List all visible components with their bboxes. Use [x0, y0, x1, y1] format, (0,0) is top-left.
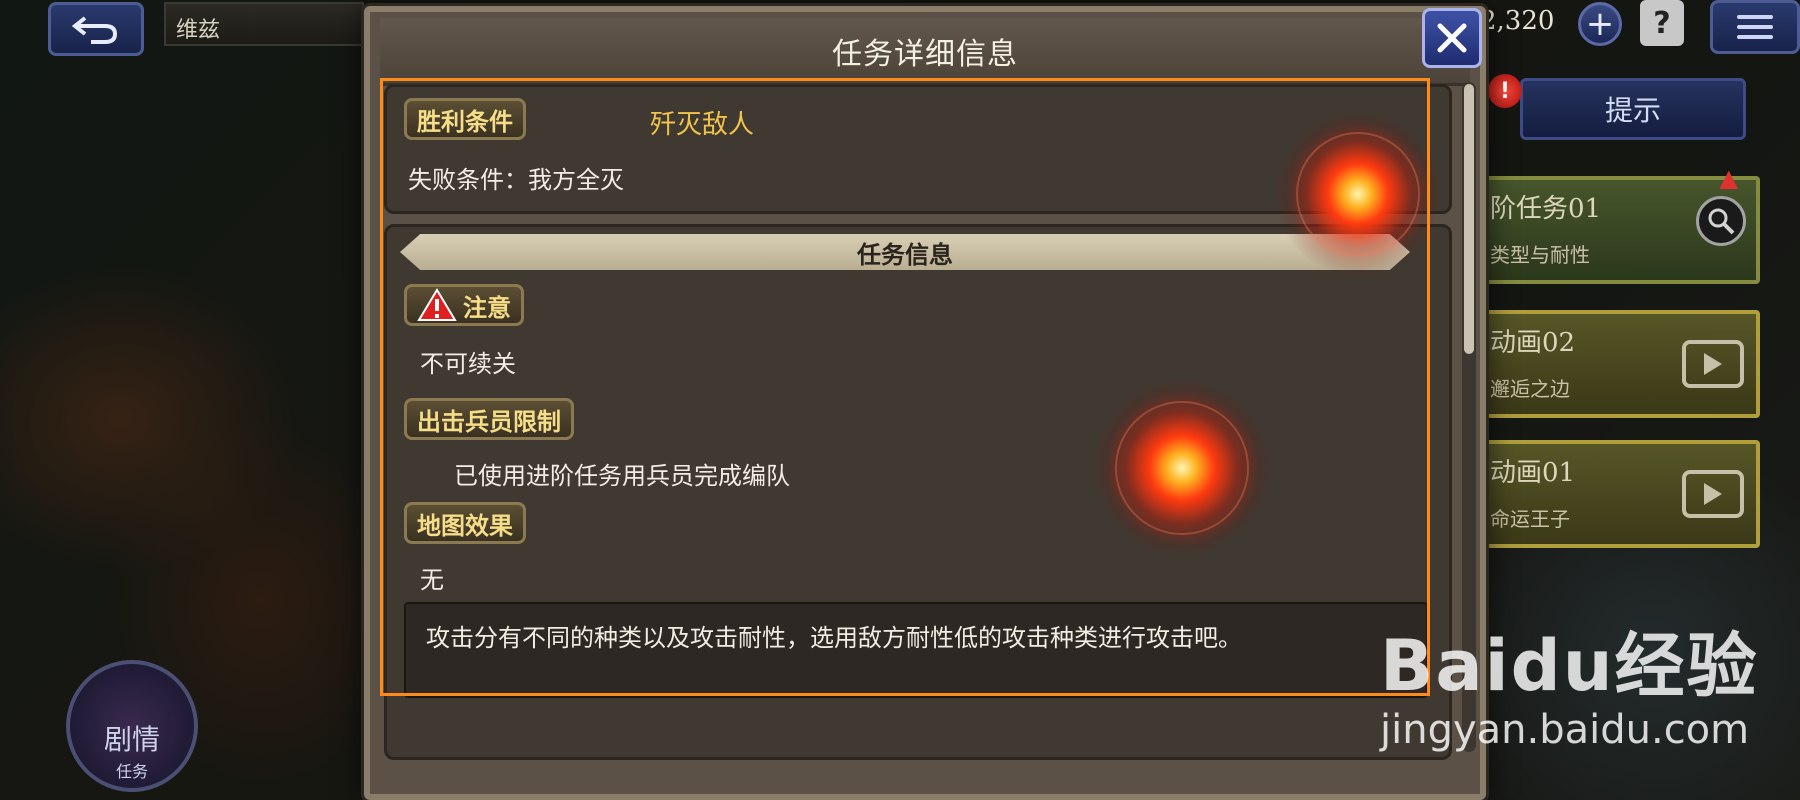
anime-card[interactable]: 动画02 邂逅之边 [1480, 310, 1760, 418]
story-button-label: 剧情 [103, 723, 160, 756]
highlight-frame [380, 78, 1430, 696]
warning-icon: ▲ [1719, 164, 1738, 192]
menu-button[interactable] [1710, 0, 1800, 54]
play-video-icon[interactable] [1682, 340, 1744, 388]
close-button[interactable] [1422, 8, 1482, 68]
play-video-icon[interactable] [1682, 470, 1744, 518]
dialog-title: 任务详细信息 [380, 18, 1470, 86]
back-button[interactable] [48, 2, 144, 56]
alert-badge: ! [1488, 74, 1522, 108]
help-button[interactable]: ? [1640, 0, 1684, 46]
close-icon [1437, 23, 1467, 53]
watermark-url: jingyan.baidu.com [1380, 707, 1750, 753]
watermark-brand: Baidu经验 [1380, 625, 1759, 707]
back-arrow-icon [71, 16, 118, 44]
scrollbar-thumb[interactable] [1464, 84, 1474, 354]
stage-title: 维兹 [164, 2, 364, 46]
story-button[interactable]: 剧情 任务 [66, 660, 198, 792]
story-button-sublabel: 任务 [115, 762, 148, 781]
menu-icon [1737, 15, 1773, 19]
currency-amount: 2,320 [1480, 6, 1555, 36]
search-icon[interactable] [1696, 196, 1746, 246]
anime-card[interactable]: 动画01 命运王子 [1480, 440, 1760, 548]
baidu-watermark: Baidu经验 jingyan.baidu.com [1380, 610, 1759, 753]
quest-card[interactable]: ▲ 阶任务01 类型与耐性 [1480, 164, 1760, 284]
add-currency-button[interactable]: + [1578, 2, 1622, 46]
hint-button[interactable]: 提示 [1520, 78, 1746, 140]
